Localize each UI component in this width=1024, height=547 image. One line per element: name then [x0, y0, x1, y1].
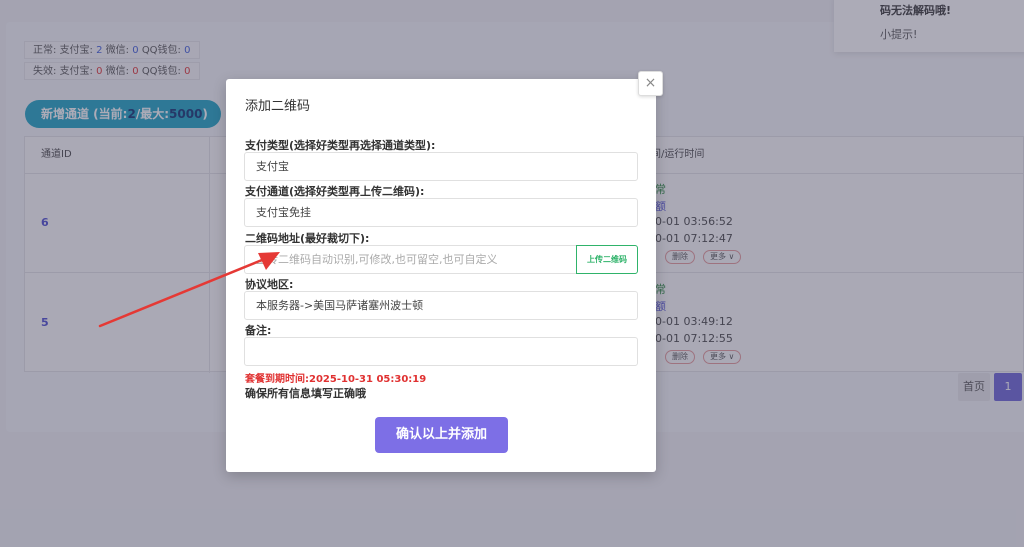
qr-address-input[interactable]: 上传二维码自动识别,可修改,也可留空,也可自定义	[244, 245, 577, 274]
pay-channel-select[interactable]: 支付宝免挂	[244, 198, 638, 227]
add-qr-modal: 添加二维码 支付类型(选择好类型再选择通道类型): 支付宝 支付通道(选择好类型…	[226, 79, 656, 472]
pay-type-label: 支付类型(选择好类型再选择通道类型):	[245, 139, 436, 152]
pay-type-select[interactable]: 支付宝	[244, 152, 638, 181]
remark-label: 备注:	[245, 324, 272, 337]
region-select[interactable]: 本服务器->美国马萨诸塞州波士顿	[244, 291, 638, 320]
remark-input[interactable]	[244, 337, 638, 366]
modal-title: 添加二维码	[245, 99, 311, 114]
pay-channel-label: 支付通道(选择好类型再上传二维码):	[245, 185, 425, 198]
expire-notice: 套餐到期时间:2025-10-31 05:30:19	[245, 374, 427, 385]
submit-button[interactable]: 确认以上并添加	[375, 417, 508, 453]
ensure-notice: 确保所有信息填写正确哦	[245, 387, 366, 400]
upload-qr-button[interactable]: 上传二维码	[576, 245, 638, 274]
close-icon[interactable]: ×	[638, 71, 663, 96]
region-label: 协议地区:	[245, 278, 294, 291]
qr-address-label: 二维码地址(最好裁切下):	[245, 232, 370, 245]
